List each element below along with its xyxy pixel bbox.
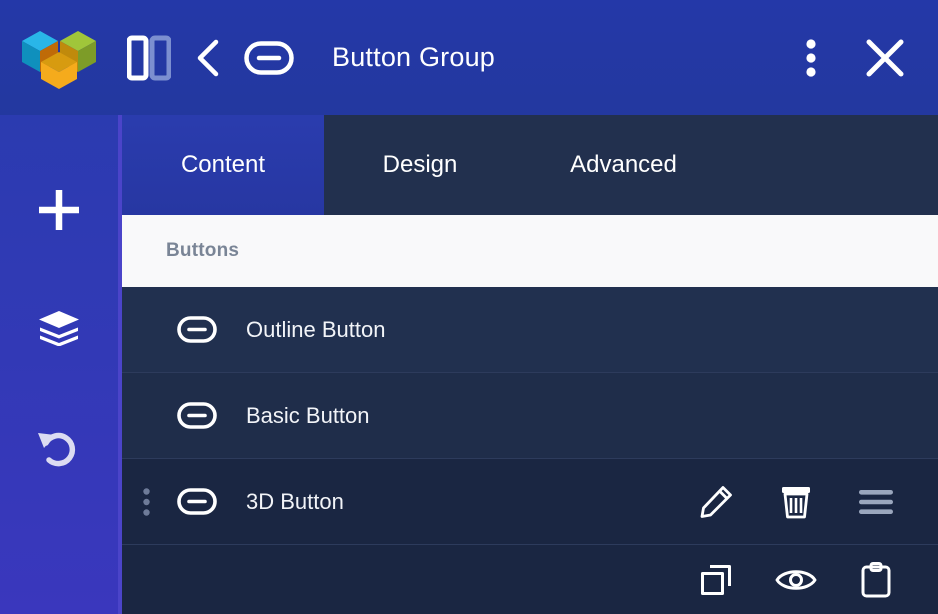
add-element-icon bbox=[36, 187, 82, 233]
drag-handle-icon[interactable] bbox=[122, 487, 166, 516]
button-pill-icon bbox=[166, 316, 228, 343]
header-icon-group bbox=[118, 28, 300, 88]
settings-panel: Content Design Advanced Buttons Outline … bbox=[118, 115, 938, 614]
tab-advanced[interactable]: Advanced bbox=[516, 115, 731, 215]
elementor-cubes-logo bbox=[22, 30, 96, 89]
list-item-label: Basic Button bbox=[246, 402, 370, 428]
tab-content[interactable]: Content bbox=[122, 115, 324, 215]
section-header-buttons[interactable]: Buttons bbox=[122, 215, 938, 287]
button-pill-icon bbox=[166, 402, 228, 429]
sidebar-item-history[interactable] bbox=[0, 387, 118, 505]
button-pill-icon[interactable] bbox=[238, 28, 300, 88]
trailing-row-actions bbox=[676, 545, 938, 614]
list-item-actions-row[interactable] bbox=[122, 545, 938, 614]
list-item-selected[interactable]: 3D Button bbox=[122, 459, 938, 545]
list-item[interactable]: Basic Button bbox=[122, 373, 938, 459]
panel-layout-icon[interactable] bbox=[118, 28, 180, 88]
list-item-label: Outline Button bbox=[246, 316, 386, 342]
duplicate-copy-icon[interactable] bbox=[676, 545, 756, 614]
sidebar-item-navigator[interactable] bbox=[0, 269, 118, 387]
section-title: Buttons bbox=[166, 240, 240, 261]
trash-delete-icon[interactable] bbox=[756, 459, 836, 545]
panel-tabs: Content Design Advanced bbox=[122, 115, 938, 215]
row-actions bbox=[676, 459, 938, 545]
repeater-list: Outline Button Basic Button 3D Button bbox=[122, 287, 938, 614]
close-icon[interactable] bbox=[850, 27, 920, 89]
list-item[interactable]: Outline Button bbox=[122, 287, 938, 373]
clipboard-paste-icon[interactable] bbox=[836, 545, 916, 614]
button-pill-icon bbox=[166, 488, 228, 515]
undo-history-icon bbox=[36, 423, 82, 469]
app-logo[interactable] bbox=[0, 0, 118, 115]
kebab-menu-icon[interactable] bbox=[780, 27, 842, 89]
tab-design[interactable]: Design bbox=[324, 115, 516, 215]
tool-sidebar bbox=[0, 115, 118, 614]
panel-header: Button Group bbox=[0, 0, 938, 115]
layers-icon bbox=[38, 310, 80, 346]
sidebar-item-add-element[interactable] bbox=[0, 151, 118, 269]
edit-pencil-icon[interactable] bbox=[676, 459, 756, 545]
list-item-label: 3D Button bbox=[246, 488, 344, 514]
page-title: Button Group bbox=[332, 42, 496, 72]
hamburger-sort-icon[interactable] bbox=[836, 459, 916, 545]
eye-visibility-icon[interactable] bbox=[756, 545, 836, 614]
header-actions bbox=[780, 27, 938, 89]
panel-body: Content Design Advanced Buttons Outline … bbox=[0, 115, 938, 614]
editor-panel-window: Button Group Content Design Advanced But… bbox=[0, 0, 938, 614]
chevron-left-icon[interactable] bbox=[180, 28, 238, 88]
